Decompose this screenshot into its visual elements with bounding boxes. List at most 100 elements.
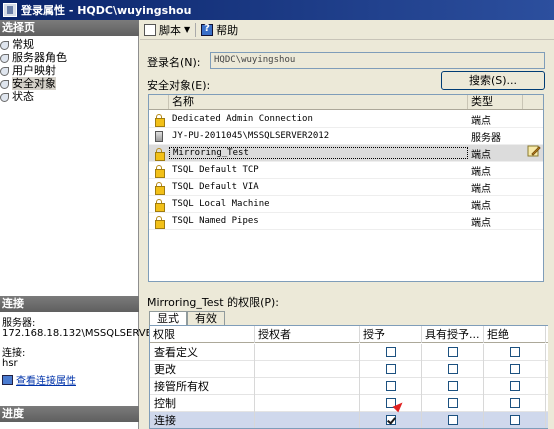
title-bar: 登录属性 - HQDC\wuyingshou [0,0,554,20]
permissions-tabs: 显式 有效 [149,311,225,326]
script-button[interactable]: 脚本 [159,22,181,38]
tab-0[interactable]: 显式 [149,311,187,326]
header-icon-col [149,95,169,109]
securable-name: TSQL Local Machine [172,199,270,209]
login-name-field[interactable]: HQDC\wuyingshou [210,52,545,69]
checkbox-cell [422,411,484,428]
nav-item-1[interactable]: 服务器角色 [0,51,139,64]
window-title: 登录属性 - HQDC\wuyingshou [21,4,192,17]
with-grant-checkbox[interactable] [447,364,458,374]
nav-item-4[interactable]: 状态 [0,90,139,103]
securable-name: TSQL Default TCP [172,165,259,175]
perm-col-header[interactable]: 授予 [360,326,422,343]
chevron-down-icon[interactable]: ▼ [184,25,190,34]
deny-checkbox[interactable] [509,381,520,391]
with-grant-checkbox[interactable] [447,347,458,357]
header-name[interactable]: 名称 [169,95,468,109]
perm-col-header[interactable]: 权限 [150,326,255,343]
nav-item-2[interactable]: 用户映射 [0,64,139,77]
deny-checkbox[interactable] [509,398,520,408]
permission-row[interactable]: 连接 [150,411,548,428]
nav-item-label: 服务器角色 [12,51,67,64]
deny-checkbox[interactable] [509,347,520,357]
securable-type: 端点 [471,200,491,212]
grant-checkbox[interactable] [385,364,396,374]
page-icon [0,79,9,89]
perm-col-header[interactable]: 授权者 [255,326,360,343]
lock-icon [155,147,165,161]
view-connection-properties[interactable]: 查看连接属性 [2,375,76,388]
perm-col-header[interactable]: 拒绝 [484,326,546,343]
grant-checkbox[interactable] [385,347,396,357]
checkbox-cell [484,343,546,361]
permission-row[interactable]: 接管所有权 [150,377,548,395]
page-icon [0,40,9,50]
checkbox-cell [422,360,484,378]
perm-col-header[interactable]: 具有授予... [422,326,484,343]
row-icon-cell [149,147,169,161]
securable-name: Dedicated Admin Connection [172,114,313,124]
securable-name: TSQL Default VIA [172,182,259,192]
row-icon-cell [149,215,169,229]
lock-icon [155,198,165,212]
checkbox-cell [484,394,546,412]
securable-row[interactable]: Dedicated Admin Connection 端点 [149,111,543,128]
securable-row[interactable]: TSQL Local Machine 端点 [149,196,543,213]
with-grant-checkbox[interactable] [447,398,458,408]
checkbox-cell [360,377,422,395]
permission-row[interactable]: 控制 [150,394,548,412]
nav-item-label: 状态 [12,90,34,103]
securable-row[interactable]: Mirroring_Test 端点 [149,145,543,162]
toolbar-separator [195,22,197,37]
grantor [255,394,360,412]
row-icon-cell [149,198,169,212]
nav-item-0[interactable]: 常规 [0,38,139,51]
securable-row[interactable]: JY-PU-2011045\MSSQLSERVER2012 服务器 [149,128,543,145]
with-grant-checkbox[interactable] [447,415,458,425]
grant-checkbox[interactable] [385,381,396,391]
lock-icon [155,164,165,178]
window-icon [3,3,17,17]
page-icon [0,66,9,76]
securable-type: 端点 [471,149,491,161]
checkbox-cell [360,360,422,378]
checkbox-cell [360,411,422,428]
deny-checkbox[interactable] [509,364,520,374]
edit-icon[interactable] [527,144,541,158]
page-icon [0,53,9,63]
nav-item-label: 常规 [12,38,34,51]
securable-type: 服务器 [471,132,501,144]
securable-name: JY-PU-2011045\MSSQLSERVER2012 [172,131,330,141]
lock-icon [155,215,165,229]
header-type[interactable]: 类型 [468,95,523,109]
with-grant-checkbox[interactable] [447,381,458,391]
tab-1[interactable]: 有效 [187,311,225,325]
help-button[interactable]: 帮助 [216,22,238,38]
deny-checkbox[interactable] [509,415,520,425]
view-connection-link[interactable]: 查看连接属性 [16,376,76,387]
permissions-header: 权限 授权者 授予 具有授予... 拒绝 [150,326,548,343]
permissions-grid: 权限 授权者 授予 具有授予... 拒绝 查看定义 更改 接管所有权 控制 连接 [149,325,549,429]
securable-row[interactable]: TSQL Default TCP 端点 [149,162,543,179]
securable-row[interactable]: TSQL Default VIA 端点 [149,179,543,196]
checkbox-cell [422,343,484,361]
checkbox-cell [360,343,422,361]
securable-type: 端点 [471,217,491,229]
grant-checkbox[interactable] [385,415,396,425]
page-nav: 常规 服务器角色 用户映射 安全对象 状态 [0,38,139,103]
checkbox-cell [484,377,546,395]
securable-row[interactable]: TSQL Named Pipes 端点 [149,213,543,230]
connection-header: 连接 [0,296,139,312]
securable-type: 端点 [471,183,491,195]
right-edge [548,40,554,429]
lock-icon [155,181,165,195]
permission-row[interactable]: 更改 [150,360,548,378]
left-pane: 选择页 常规 服务器角色 用户映射 安全对象 状态 连接 服务器: 172.168.18… [0,20,165,429]
search-button[interactable]: 搜索(S)... [441,71,545,90]
permission-row[interactable]: 查看定义 [150,343,548,361]
nav-item-3[interactable]: 安全对象 [0,77,139,90]
securables-header: 名称 类型 [149,95,543,110]
properties-icon [2,375,13,385]
connection-value: hsr [2,358,18,369]
securables-label: 安全对象(E): [147,79,211,92]
